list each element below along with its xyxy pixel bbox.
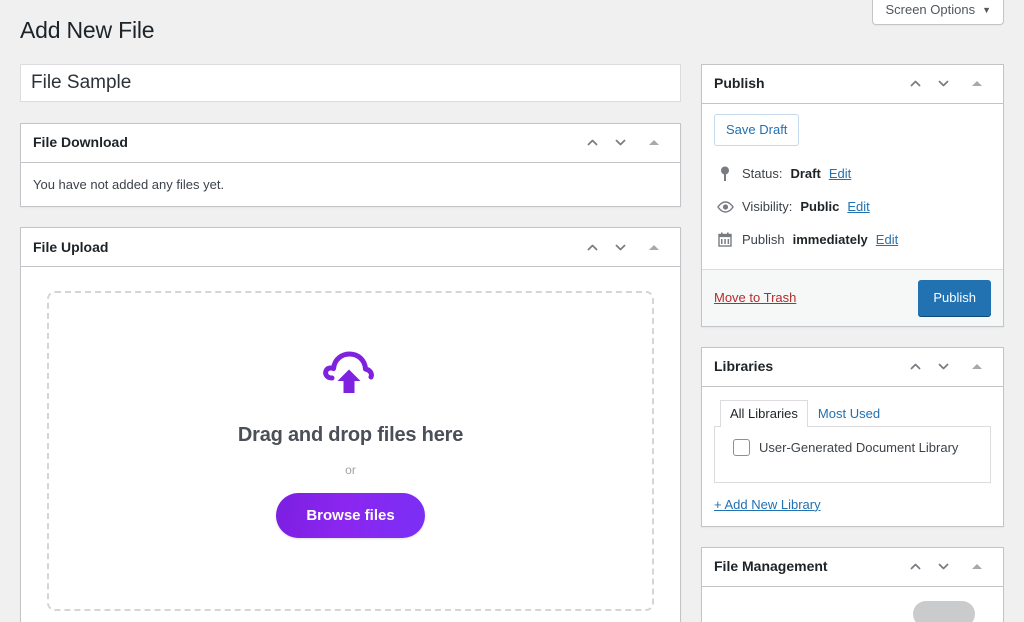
move-up-icon[interactable] — [578, 232, 606, 262]
tab-all-libraries[interactable]: All Libraries — [720, 399, 808, 427]
visibility-row: Visibility: Public Edit — [714, 191, 991, 224]
metabox-controls — [578, 128, 668, 158]
metabox-controls — [901, 352, 991, 382]
calendar-icon — [716, 231, 734, 249]
metabox-body: Drag and drop files here or Browse files — [21, 267, 680, 622]
file-management-toggle[interactable] — [913, 600, 975, 622]
screen-options-tab[interactable]: Screen Options ▼ — [872, 0, 1004, 25]
page-title: Add New File — [20, 17, 155, 43]
move-down-icon[interactable] — [606, 128, 634, 158]
move-up-icon[interactable] — [578, 128, 606, 158]
visibility-value: Public — [800, 199, 840, 215]
libraries-tabs: All Libraries Most Used — [714, 399, 991, 427]
move-down-icon[interactable] — [929, 69, 957, 99]
schedule-row: Publish immediately Edit — [714, 224, 991, 257]
save-draft-button[interactable]: Save Draft — [714, 113, 800, 146]
metabox-controls — [578, 232, 668, 262]
metabox-title: File Upload — [33, 238, 109, 255]
metabox-controls — [901, 552, 991, 582]
screen-options-label: Screen Options — [885, 2, 976, 17]
chevron-down-icon: ▼ — [982, 5, 991, 15]
move-up-icon[interactable] — [901, 69, 929, 99]
add-new-library-link[interactable]: + Add New Library — [714, 497, 821, 512]
pin-icon — [716, 165, 734, 183]
main-column: File Download You have not — [20, 63, 681, 622]
libraries-list: User-Generated Document Library — [714, 426, 991, 483]
edit-visibility-link[interactable]: Edit — [847, 199, 869, 214]
list-item[interactable]: User-Generated Document Library — [725, 438, 980, 456]
edit-schedule-link[interactable]: Edit — [876, 232, 898, 247]
move-down-icon[interactable] — [929, 552, 957, 582]
visibility-label: Visibility: — [742, 199, 793, 215]
move-down-icon[interactable] — [929, 352, 957, 382]
status-row: Status: Draft Edit — [714, 158, 991, 191]
metabox-libraries: Libraries All Libraries Most Used User-G… — [701, 346, 1004, 527]
toggle-panel-icon[interactable] — [963, 352, 991, 382]
file-download-empty-text: You have not added any files yet. — [33, 176, 225, 192]
browse-files-button[interactable]: Browse files — [276, 493, 425, 539]
side-column: Publish Save Draft Status: Draft Edit Vi… — [701, 63, 1004, 622]
eye-icon — [716, 198, 734, 216]
toggle-panel-icon[interactable] — [640, 232, 668, 262]
publish-actions-top: Save Draft Status: Draft Edit Visibility… — [702, 104, 1003, 269]
metabox-header[interactable]: File Download — [21, 124, 680, 163]
edit-status-link[interactable]: Edit — [829, 166, 851, 181]
metabox-body: All Libraries Most Used User-Generated D… — [702, 387, 1003, 526]
library-label: User-Generated Document Library — [759, 439, 959, 455]
page-wrap: Add New File File Download — [0, 0, 1024, 622]
metabox-controls — [901, 69, 991, 99]
metabox-publish: Publish Save Draft Status: Draft Edit Vi… — [701, 63, 1004, 327]
dropzone-or-label: or — [345, 463, 356, 478]
publish-actions-bottom: Move to Trash Publish — [702, 268, 1003, 326]
metabox-file-upload: File Upload Drag and drop files here or … — [20, 227, 681, 622]
toggle-panel-icon[interactable] — [640, 128, 668, 158]
move-up-icon[interactable] — [901, 352, 929, 382]
metabox-file-download: File Download You have not added any fil… — [20, 122, 681, 208]
metabox-title: File Download — [33, 134, 128, 151]
library-checkbox[interactable] — [733, 438, 750, 456]
file-dropzone[interactable]: Drag and drop files here or Browse files — [47, 291, 654, 612]
tab-most-used[interactable]: Most Used — [808, 400, 890, 427]
post-title-input[interactable] — [20, 63, 681, 102]
metabox-title: File Management — [714, 558, 828, 575]
publish-time-value: immediately — [792, 232, 868, 248]
publish-misc-actions: Status: Draft Edit Visibility: Public Ed… — [714, 158, 991, 257]
metabox-body: You have not added any files yet. — [21, 163, 680, 207]
metabox-title: Libraries — [714, 358, 774, 375]
toggle-panel-icon[interactable] — [963, 69, 991, 99]
metabox-header[interactable]: Libraries — [702, 348, 1003, 387]
metabox-body — [702, 587, 1003, 622]
cloud-upload-icon — [322, 345, 380, 400]
publish-label: Publish — [742, 232, 785, 248]
metabox-file-management: File Management — [701, 546, 1004, 622]
move-up-icon[interactable] — [901, 552, 929, 582]
status-label: Status: — [742, 166, 783, 182]
metabox-header[interactable]: Publish — [702, 65, 1003, 104]
toggle-panel-icon[interactable] — [963, 552, 991, 582]
columns-layout: File Download You have not — [20, 63, 1004, 622]
metabox-header[interactable]: File Management — [702, 548, 1003, 587]
metabox-title: Publish — [714, 75, 765, 92]
publish-button[interactable]: Publish — [918, 279, 991, 316]
dropzone-heading: Drag and drop files here — [237, 424, 464, 447]
move-down-icon[interactable] — [606, 232, 634, 262]
move-to-trash-link[interactable]: Move to Trash — [714, 290, 796, 305]
status-value: Draft — [790, 166, 821, 182]
metabox-header[interactable]: File Upload — [21, 228, 680, 268]
